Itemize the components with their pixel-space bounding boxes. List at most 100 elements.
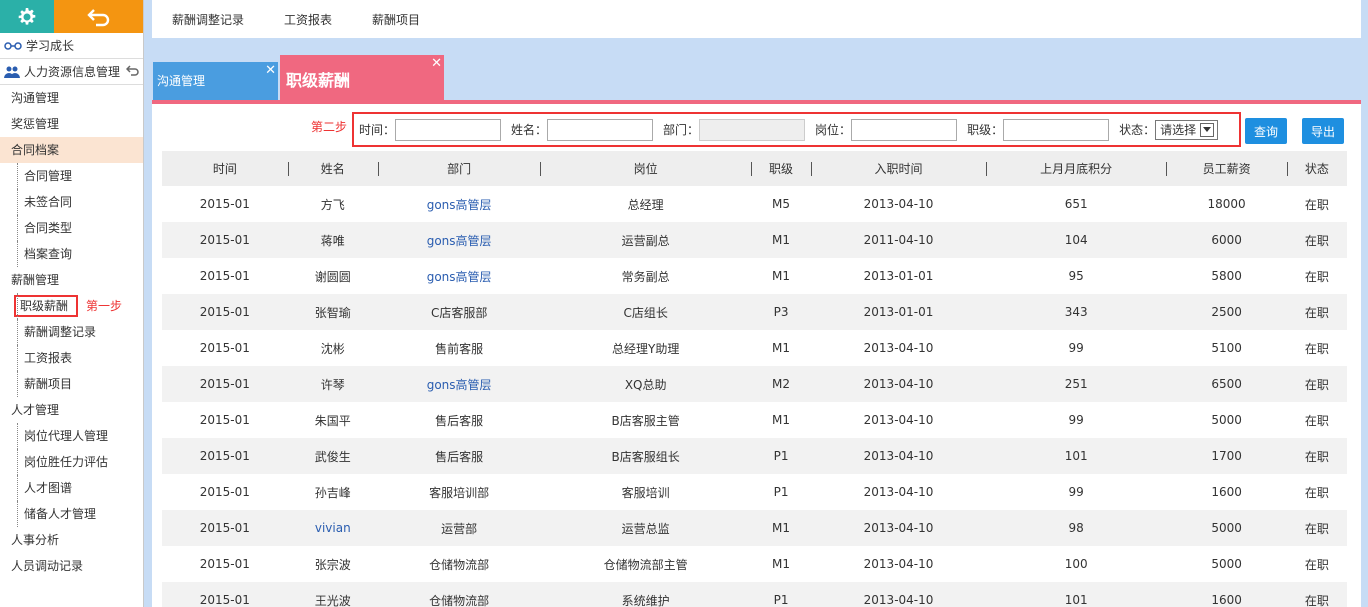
table-row[interactable]: 2015-01 许琴 gons高管层 XQ总助 M2 2013-04-10 251 6500 在…	[162, 366, 1347, 402]
table-cell: 251	[985, 366, 1167, 402]
table-row[interactable]: 2015-01 张智瑜 C店客服部 C店组长 P3 2013-01-01 343 2500 在职	[162, 294, 1347, 330]
sidebar-item-12[interactable]: 人才管理	[0, 397, 143, 423]
sidebar-item-label: 人员调动记录	[11, 559, 84, 573]
undo-icon[interactable]	[125, 65, 140, 80]
sidebar-item-11[interactable]: 薪酬项目	[0, 371, 143, 397]
step1-annotation: 第一步	[86, 299, 123, 313]
table-row[interactable]: 2015-01 王光波 仓储物流部 系统维护 P1 2013-04-10 101 1600 在职	[162, 582, 1347, 607]
rank-input[interactable]	[1003, 118, 1110, 141]
sidebar-item-17[interactable]: 人事分析	[0, 527, 143, 553]
sidebar-item-7[interactable]: 薪酬管理	[0, 267, 143, 293]
export-button[interactable]: 导出	[1302, 118, 1344, 144]
table-row[interactable]: 2015-01 谢圆圆 gons高管层 常务副总 M1 2013-01-01 95 5800 在…	[162, 258, 1347, 294]
top-nav-item-2[interactable]: 薪酬项目	[372, 11, 420, 28]
table-cell: 客服培训部	[429, 485, 490, 500]
column-header: 岗位	[540, 151, 751, 186]
sidebar-item-14[interactable]: 岗位胜任力评估	[0, 449, 143, 475]
sidebar-item-10[interactable]: 工资报表	[0, 345, 143, 371]
close-icon[interactable]: ✕	[265, 64, 276, 77]
table-cell: 在职	[1286, 510, 1347, 546]
table-cell: 售后客服	[377, 438, 541, 474]
table-cell: 1600	[1211, 485, 1242, 499]
dept-input[interactable]	[699, 118, 806, 141]
sidebar-item-9[interactable]: 薪酬调整记录	[0, 319, 143, 345]
sidebar-item-label: 薪酬项目	[24, 377, 73, 391]
table-row[interactable]: 2015-01 方飞 gons高管层 总经理 M5 2013-04-10 651 18000 在…	[162, 186, 1347, 222]
sidebar-item-18[interactable]: 人员调动记录	[0, 553, 143, 579]
table-cell: 在职	[1304, 341, 1329, 356]
top-nav: 薪酬调整记录 工资报表 薪酬项目	[152, 0, 1361, 38]
tab-communication[interactable]: 沟通管理 ✕	[153, 62, 278, 100]
table-cell: 客服培训	[621, 485, 670, 500]
sidebar-head-hr-label: 人力资源信息管理	[24, 65, 121, 79]
table-cell: 总经理Y助理	[611, 341, 680, 356]
table-cell: 2013-04-10	[811, 582, 986, 607]
table-cell: 99	[1068, 485, 1084, 499]
table-row[interactable]: 2015-01 蒋唯 gons高管层 运营副总 M1 2011-04-10 104 6000 在…	[162, 222, 1347, 258]
sidebar-item-13[interactable]: 岗位代理人管理	[0, 423, 143, 449]
table-cell: 98	[985, 510, 1167, 546]
table-cell: 在职	[1304, 269, 1329, 284]
name-input[interactable]	[547, 118, 654, 141]
table-cell: 2500	[1166, 294, 1287, 330]
top-nav-item-0[interactable]: 薪酬调整记录	[172, 11, 244, 28]
sidebar-item-5[interactable]: 合同类型	[0, 215, 143, 241]
sidebar-item-8[interactable]: 职级薪酬 第一步	[0, 293, 143, 319]
sidebar-head-learning[interactable]: 学习成长	[0, 33, 143, 59]
sidebar-item-15[interactable]: 人才图谱	[0, 475, 143, 501]
table-row[interactable]: 2015-01 vivian 运营部 运营总监 M1 2013-04-10 98 5000 在职	[162, 510, 1347, 546]
table-cell: 5800	[1211, 269, 1242, 283]
back-arrow-icon	[86, 8, 109, 26]
sidebar-item-16[interactable]: 储备人才管理	[0, 501, 143, 527]
table-cell: P3	[750, 294, 812, 330]
sidebar-item-label: 储备人才管理	[24, 507, 97, 521]
table-row[interactable]: 2015-01 武俊生 售后客服 B店客服组长 P1 2013-04-10 101 1700 在…	[162, 438, 1347, 474]
status-select[interactable]: 请选择	[1155, 119, 1219, 140]
table-cell: M2	[750, 366, 812, 402]
sidebar-item-0[interactable]: 沟通管理	[0, 85, 143, 111]
table-row[interactable]: 2015-01 张宗波 仓储物流部 仓储物流部主管 M1 2013-04-10 100 500…	[162, 546, 1347, 582]
sidebar-item-3[interactable]: 合同管理	[0, 163, 143, 189]
table-cell: 2013-04-10	[863, 557, 934, 571]
sidebar-item-6[interactable]: 档案查询	[0, 241, 143, 267]
tab-communication-label: 沟通管理	[157, 74, 206, 88]
table-row[interactable]: 2015-01 朱国平 售后客服 B店客服主管 M1 2013-04-10 99 5000 在职	[162, 402, 1347, 438]
back-button[interactable]	[54, 0, 143, 33]
table-cell: 运营副总	[540, 222, 751, 258]
sidebar-item-label: 岗位代理人管理	[24, 429, 109, 443]
time-input[interactable]	[395, 118, 502, 141]
table-cell: 仓储物流部	[377, 582, 541, 607]
table-cell: B店客服主管	[611, 413, 680, 428]
name-label: 姓名：	[511, 123, 548, 137]
column-header: 职级	[750, 151, 812, 186]
table-cell: 总经理	[627, 197, 664, 212]
table-cell: P1	[750, 582, 812, 607]
sidebar-item-label: 奖惩管理	[11, 117, 60, 131]
sidebar-item-2[interactable]: 合同档案	[0, 137, 143, 163]
sidebar-item-1[interactable]: 奖惩管理	[0, 111, 143, 137]
table-cell: 方飞	[320, 197, 345, 212]
table-cell: P1	[750, 438, 812, 474]
top-nav-item-1[interactable]: 工资报表	[284, 11, 332, 28]
table-cell: 张宗波	[314, 557, 351, 572]
tab-rank-salary[interactable]: 职级薪酬 ✕	[280, 55, 444, 100]
post-input[interactable]	[851, 118, 958, 141]
table-cell: 售后客服	[435, 413, 484, 428]
table-cell: 2015-01	[162, 294, 288, 330]
query-button[interactable]: 查询	[1245, 118, 1287, 144]
table-cell: B店客服组长	[540, 438, 751, 474]
close-icon[interactable]: ✕	[431, 57, 442, 70]
table-cell: P1	[773, 485, 789, 499]
sidebar-head-hr[interactable]: 人力资源信息管理	[0, 59, 143, 85]
column-header: 部门	[377, 151, 541, 186]
step2-annotation: 第二步	[311, 120, 348, 134]
sidebar-item-4[interactable]: 未签合同	[0, 189, 143, 215]
table-cell: 101	[985, 438, 1167, 474]
table-row[interactable]: 2015-01 沈彬 售前客服 总经理Y助理 M1 2013-04-10 99 5100 在职	[162, 330, 1347, 366]
table-cell: 在职	[1286, 222, 1347, 258]
tab-rank-salary-label: 职级薪酬	[286, 71, 351, 90]
table-cell: 在职	[1304, 485, 1329, 500]
table-row[interactable]: 2015-01 孙吉峰 客服培训部 客服培训 P1 2013-04-10 99 1600 在职	[162, 474, 1347, 510]
settings-button[interactable]	[0, 0, 54, 33]
table-cell: 在职	[1286, 294, 1347, 330]
